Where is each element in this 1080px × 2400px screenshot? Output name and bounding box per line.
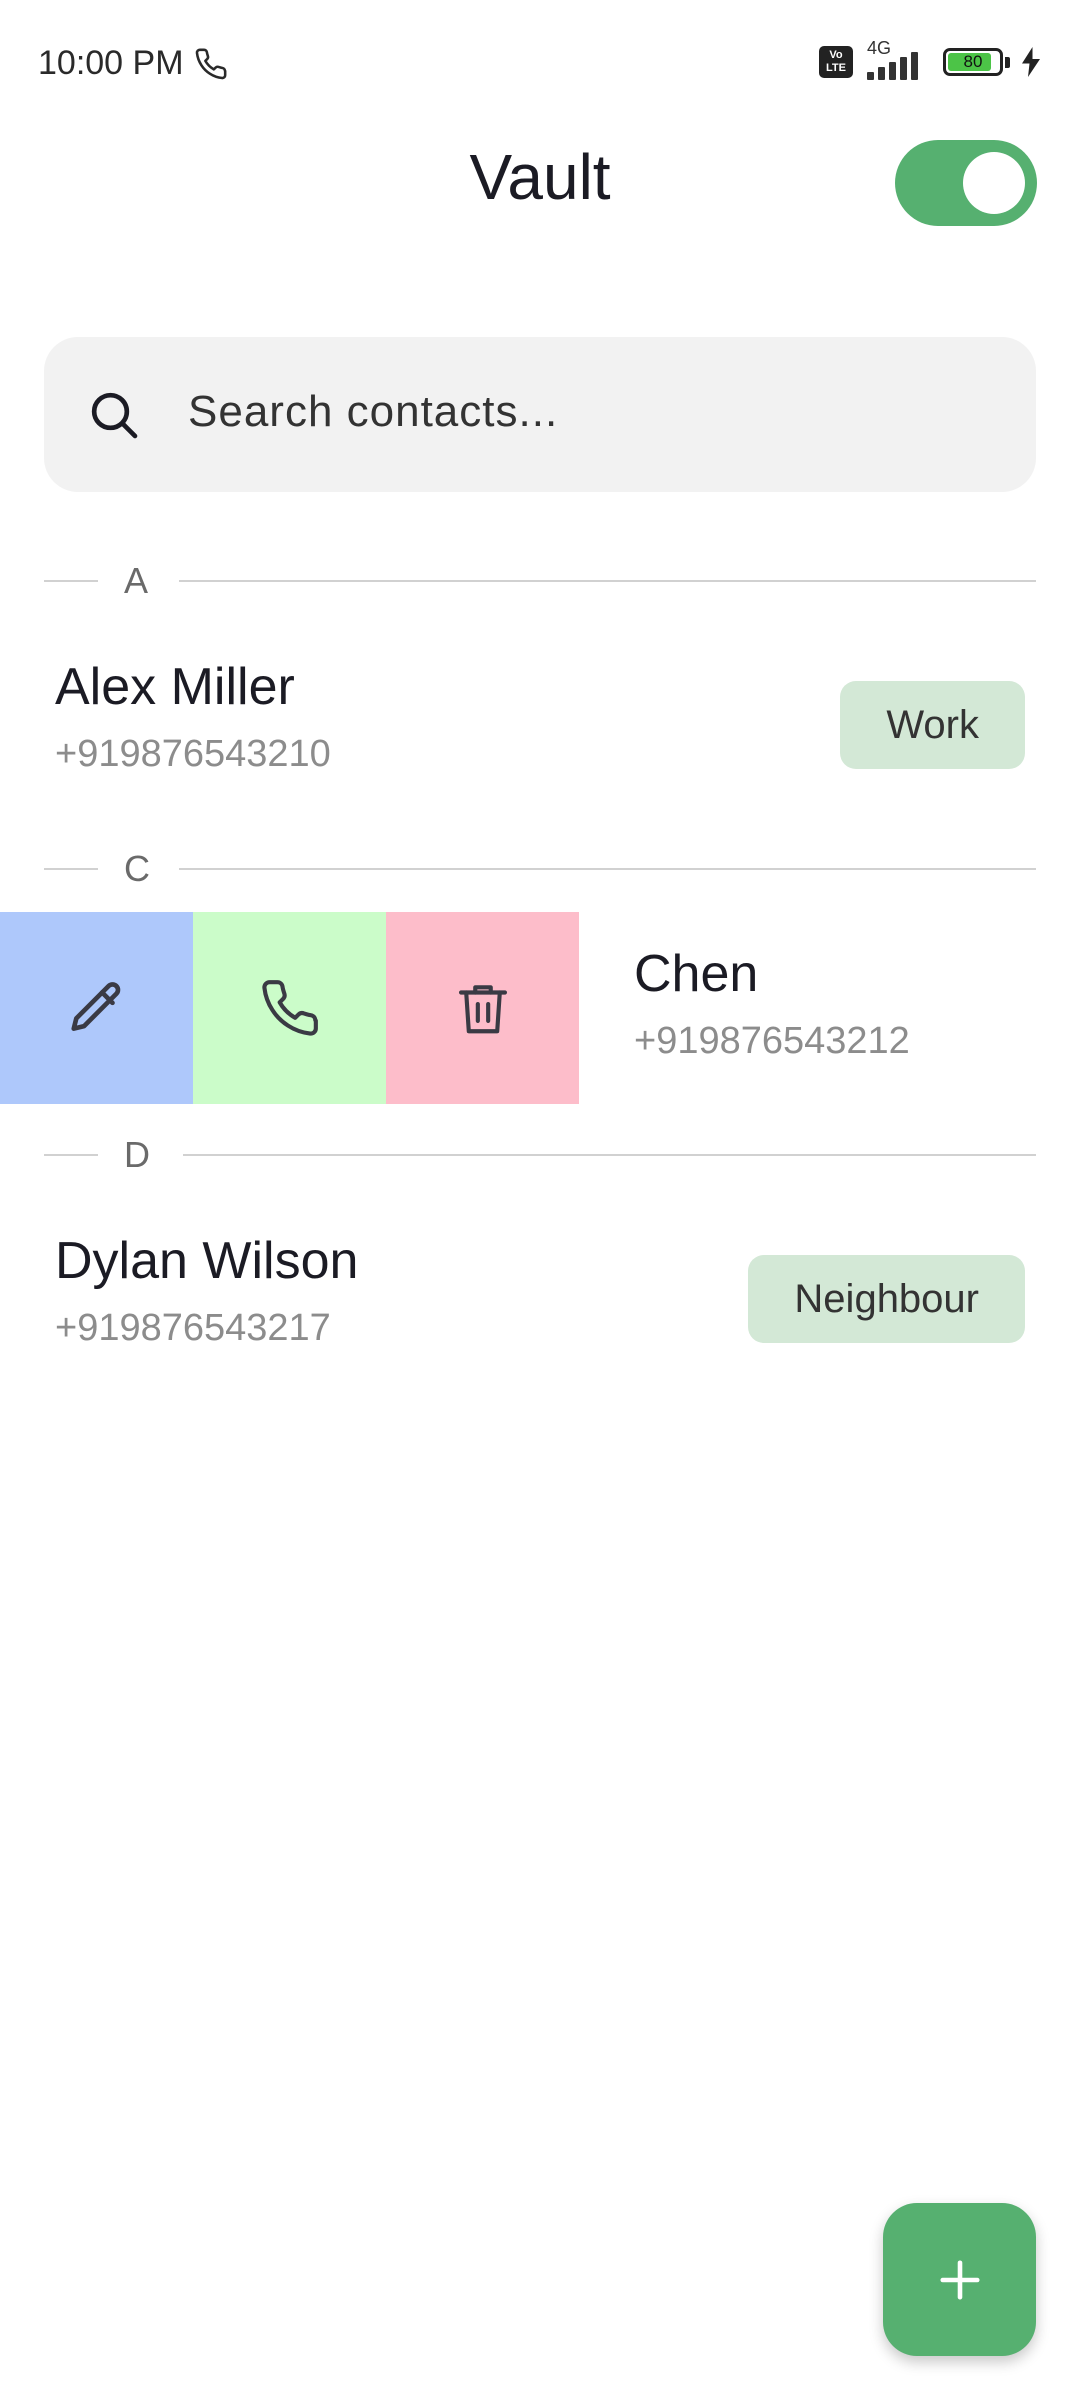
signal-icon: 4G (863, 38, 933, 82)
vault-toggle[interactable] (895, 140, 1037, 226)
plus-icon (939, 2259, 980, 2300)
call-contact-button[interactable] (193, 912, 386, 1104)
battery-level: 80 (963, 52, 983, 71)
battery-tip (1005, 56, 1010, 68)
section-letter: C (124, 848, 150, 889)
call-status-icon (195, 48, 226, 79)
toggle-knob (963, 152, 1025, 214)
search-input[interactable]: Search contacts... (188, 387, 558, 437)
charging-icon (1022, 47, 1040, 77)
status-time-group: 10:00 PM (38, 44, 228, 83)
contact-tag: Neighbour (748, 1255, 1025, 1343)
add-contact-button[interactable] (883, 2203, 1036, 2356)
contact-phone: +919876543217 (55, 1307, 331, 1349)
search-icon (91, 392, 138, 439)
volte-icon: Vo LTE (819, 46, 853, 78)
contact-phone: +919876543210 (55, 733, 331, 775)
status-bar: 10:00 PM Vo LTE 4G 80 (0, 0, 1080, 130)
contact-row-chen[interactable]: Chen +919876543212 (579, 912, 1080, 1102)
search-bar[interactable]: Search contacts... (44, 337, 1036, 492)
contact-tag: Work (840, 681, 1025, 769)
phone-icon (261, 980, 318, 1036)
section-header-a: A (44, 560, 1036, 601)
battery-icon: 80 (943, 48, 1003, 76)
contact-name: Dylan Wilson (55, 1232, 359, 1290)
contact-row-dylan-wilson[interactable]: Dylan Wilson +919876543217 Neighbour (0, 1199, 1080, 1389)
pencil-icon (70, 982, 120, 1031)
delete-contact-button[interactable] (386, 912, 579, 1104)
contact-name: Alex Miller (55, 658, 295, 716)
trash-icon (458, 985, 507, 1034)
contact-row-alex-miller[interactable]: Alex Miller +919876543210 Work (0, 625, 1080, 815)
section-letter: D (124, 1134, 150, 1175)
section-header-c: C (44, 848, 1036, 889)
edit-contact-button[interactable] (0, 912, 193, 1104)
contact-phone: +919876543212 (634, 1020, 910, 1062)
status-time: 10:00 PM (38, 44, 184, 82)
section-header-d: D (44, 1134, 1036, 1175)
status-indicators: Vo LTE 4G 80 (819, 38, 1042, 82)
contact-name: Chen (634, 945, 759, 1003)
section-letter: A (124, 560, 149, 601)
